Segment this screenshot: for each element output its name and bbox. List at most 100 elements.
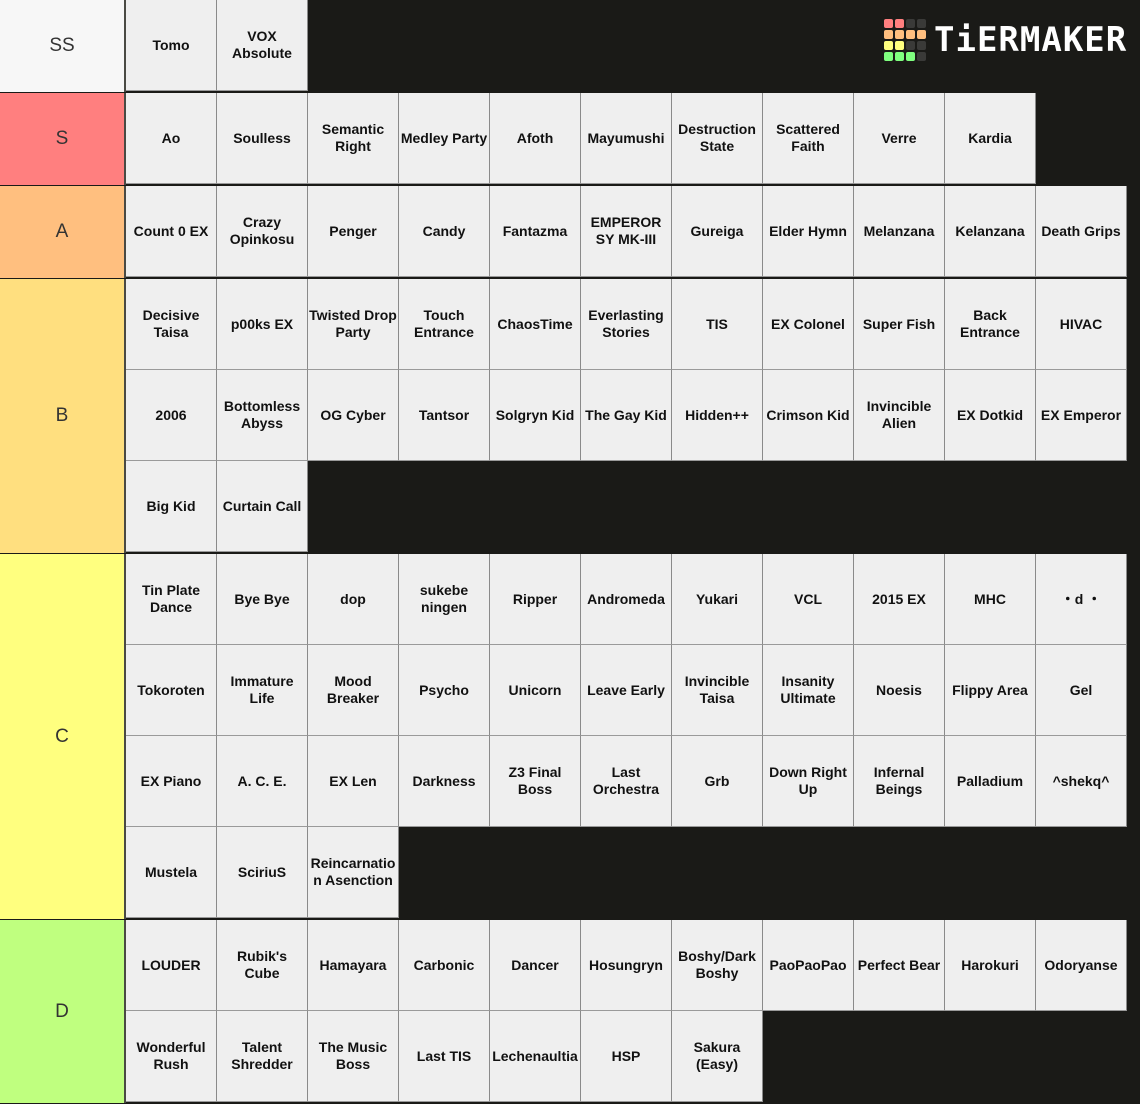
tier-item[interactable]: 2015 EX	[854, 554, 945, 645]
tier-item[interactable]: Dancer	[490, 920, 581, 1011]
tier-item[interactable]: Tokoroten	[126, 645, 217, 736]
tier-item[interactable]: Decisive Taisa	[126, 279, 217, 370]
tier-item[interactable]: Verre	[854, 93, 945, 184]
tier-item[interactable]: EX Dotkid	[945, 370, 1036, 461]
tier-item[interactable]: Mayumushi	[581, 93, 672, 184]
tier-item[interactable]: Grb	[672, 736, 763, 827]
tiermaker-logo[interactable]: TiERMAKER	[884, 19, 1127, 61]
tier-item[interactable]: Destruction State	[672, 93, 763, 184]
tier-item[interactable]: Immature Life	[217, 645, 308, 736]
tier-item[interactable]: Sakura (Easy)	[672, 1011, 763, 1102]
tier-item[interactable]: Perfect Bear	[854, 920, 945, 1011]
tier-label[interactable]: A	[0, 186, 126, 278]
tier-item[interactable]: Psycho	[399, 645, 490, 736]
tier-item[interactable]: Rubik's Cube	[217, 920, 308, 1011]
tier-item[interactable]: Carbonic	[399, 920, 490, 1011]
tier-item[interactable]: HSP	[581, 1011, 672, 1102]
tier-item[interactable]: Tomo	[126, 0, 217, 91]
tier-item[interactable]: Odoryanse	[1036, 920, 1127, 1011]
tier-item[interactable]: Last Orchestra	[581, 736, 672, 827]
tier-label[interactable]: SS	[0, 0, 126, 92]
tier-item[interactable]: ^shekq^	[1036, 736, 1127, 827]
tier-item[interactable]: Ripper	[490, 554, 581, 645]
tier-item[interactable]: Everlasting Stories	[581, 279, 672, 370]
tier-item[interactable]: p00ks EX	[217, 279, 308, 370]
tier-item[interactable]: Yukari	[672, 554, 763, 645]
tier-item[interactable]: Insanity Ultimate	[763, 645, 854, 736]
tier-item[interactable]: ・d ・	[1036, 554, 1127, 645]
tier-item[interactable]: Invincible Alien	[854, 370, 945, 461]
tier-item[interactable]: Afoth	[490, 93, 581, 184]
tier-item[interactable]: Mood Breaker	[308, 645, 399, 736]
tier-item[interactable]: Tantsor	[399, 370, 490, 461]
tier-item[interactable]: Talent Shredder	[217, 1011, 308, 1102]
tier-item[interactable]: Gel	[1036, 645, 1127, 736]
tier-label[interactable]: B	[0, 279, 126, 553]
tier-item[interactable]: The Music Boss	[308, 1011, 399, 1102]
tier-label[interactable]: C	[0, 554, 126, 919]
tier-item[interactable]: Palladium	[945, 736, 1036, 827]
tier-item[interactable]: LOUDER	[126, 920, 217, 1011]
tier-item[interactable]: Tin Plate Dance	[126, 554, 217, 645]
tier-item[interactable]: Big Kid	[126, 461, 217, 552]
tier-item[interactable]: Harokuri	[945, 920, 1036, 1011]
tier-item[interactable]: dop	[308, 554, 399, 645]
tier-item[interactable]: Bottomless Abyss	[217, 370, 308, 461]
tier-item[interactable]: Lechenaultia	[490, 1011, 581, 1102]
tier-item[interactable]: Darkness	[399, 736, 490, 827]
tier-item[interactable]: Kelanzana	[945, 186, 1036, 277]
tier-item[interactable]: Invincible Taisa	[672, 645, 763, 736]
tier-item[interactable]: SciriuS	[217, 827, 308, 918]
tier-item[interactable]: Mustela	[126, 827, 217, 918]
tier-item[interactable]: Unicorn	[490, 645, 581, 736]
tier-item[interactable]: Scattered Faith	[763, 93, 854, 184]
tier-item[interactable]: VCL	[763, 554, 854, 645]
tier-item[interactable]: Super Fish	[854, 279, 945, 370]
tier-item[interactable]: EX Len	[308, 736, 399, 827]
tier-item[interactable]: Gureiga	[672, 186, 763, 277]
tier-item[interactable]: Soulless	[217, 93, 308, 184]
tier-item[interactable]: 2006	[126, 370, 217, 461]
tier-item[interactable]: EMPEROR SY MK-III	[581, 186, 672, 277]
tier-item[interactable]: Z3 Final Boss	[490, 736, 581, 827]
tier-item[interactable]: EX Piano	[126, 736, 217, 827]
tier-item[interactable]: Bye Bye	[217, 554, 308, 645]
tier-label[interactable]: S	[0, 93, 126, 185]
tier-label[interactable]: D	[0, 920, 126, 1103]
tier-item[interactable]: A. C. E.	[217, 736, 308, 827]
tier-item[interactable]: Infernal Beings	[854, 736, 945, 827]
tier-item[interactable]: HIVAC	[1036, 279, 1127, 370]
tier-item[interactable]: Boshy/Dark Boshy	[672, 920, 763, 1011]
tier-item[interactable]: TIS	[672, 279, 763, 370]
tier-item[interactable]: Flippy Area	[945, 645, 1036, 736]
tier-item[interactable]: Candy	[399, 186, 490, 277]
tier-item[interactable]: Melanzana	[854, 186, 945, 277]
tier-item[interactable]: Kardia	[945, 93, 1036, 184]
tier-item[interactable]: OG Cyber	[308, 370, 399, 461]
tier-item[interactable]: Wonderful Rush	[126, 1011, 217, 1102]
tier-item[interactable]: Fantazma	[490, 186, 581, 277]
tier-item[interactable]: Hosungryn	[581, 920, 672, 1011]
tier-item[interactable]: VOX Absolute	[217, 0, 308, 91]
tier-item[interactable]: Down Right Up	[763, 736, 854, 827]
tier-item[interactable]: Ao	[126, 93, 217, 184]
tier-item[interactable]: Count 0 EX	[126, 186, 217, 277]
tier-item[interactable]: PaoPaoPao	[763, 920, 854, 1011]
tier-item[interactable]: Leave Early	[581, 645, 672, 736]
tier-item[interactable]: Hamayara	[308, 920, 399, 1011]
tier-item[interactable]: Hidden++	[672, 370, 763, 461]
tier-item[interactable]: Curtain Call	[217, 461, 308, 552]
tier-item[interactable]: Crazy Opinkosu	[217, 186, 308, 277]
tier-item[interactable]: Penger	[308, 186, 399, 277]
tier-item[interactable]: Crimson Kid	[763, 370, 854, 461]
tier-item[interactable]: ChaosTime	[490, 279, 581, 370]
tier-item[interactable]: Elder Hymn	[763, 186, 854, 277]
tier-item[interactable]: EX Emperor	[1036, 370, 1127, 461]
tier-item[interactable]: Reincarnation Asenction	[308, 827, 399, 918]
tier-item[interactable]: Back Entrance	[945, 279, 1036, 370]
tier-item[interactable]: The Gay Kid	[581, 370, 672, 461]
tier-item[interactable]: Twisted Drop Party	[308, 279, 399, 370]
tier-item[interactable]: Last TIS	[399, 1011, 490, 1102]
tier-item[interactable]: sukebe ningen	[399, 554, 490, 645]
tier-item[interactable]: MHC	[945, 554, 1036, 645]
